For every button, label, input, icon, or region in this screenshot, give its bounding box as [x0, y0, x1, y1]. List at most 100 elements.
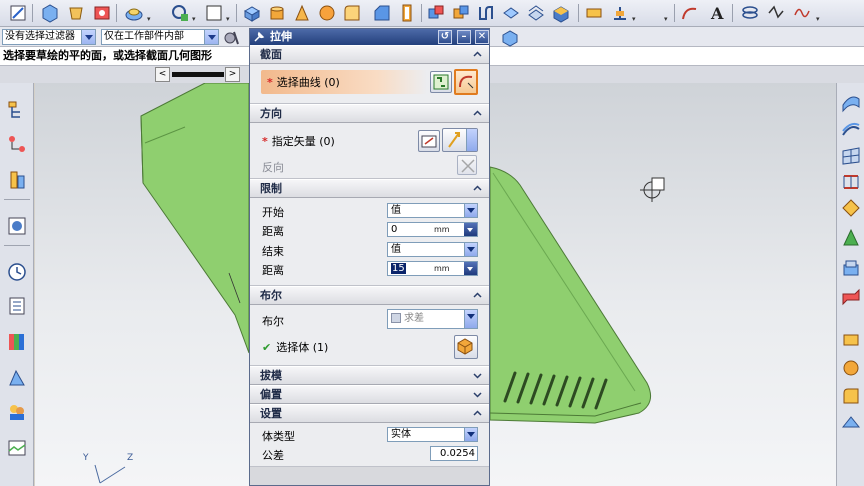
edge-blend-icon[interactable] — [342, 3, 362, 23]
chevron-down-icon[interactable] — [464, 262, 477, 275]
block-icon[interactable] — [242, 3, 262, 23]
curve-arc-icon[interactable] — [680, 3, 700, 23]
section-header-section[interactable]: 截面 — [250, 45, 489, 64]
part-navigator-icon[interactable] — [6, 169, 28, 191]
system-materials-icon[interactable] — [6, 295, 28, 317]
collapse-button[interactable]: – — [457, 30, 471, 44]
hole-icon[interactable] — [92, 3, 112, 23]
vector-inference-select[interactable] — [442, 128, 478, 152]
sketch-section-button[interactable] — [430, 71, 452, 93]
chamfer-icon[interactable] — [372, 3, 392, 23]
assembly-navigator-icon[interactable] — [6, 99, 28, 121]
chevron-down-icon[interactable] — [464, 428, 477, 441]
chevron-down-icon[interactable] — [81, 30, 95, 44]
select-body-button[interactable] — [454, 335, 478, 359]
ruled-icon[interactable] — [840, 171, 862, 193]
chevron-down-icon[interactable]: ▾ — [147, 16, 153, 23]
section-header-draft[interactable]: 拔模 — [250, 366, 489, 385]
reuse-library-icon[interactable] — [6, 215, 28, 237]
curve-select-button[interactable] — [454, 69, 478, 95]
chevron-down-icon[interactable] — [472, 370, 483, 381]
extrude-icon[interactable] — [40, 3, 60, 23]
spline-icon[interactable] — [792, 3, 812, 23]
chevron-up-icon[interactable] — [472, 408, 483, 419]
reset-button[interactable]: ↺ — [438, 30, 452, 44]
chevron-down-icon[interactable] — [464, 310, 477, 328]
scroll-right-button[interactable]: > — [225, 67, 240, 82]
extend-icon[interactable] — [840, 287, 862, 309]
section-header-boolean[interactable]: 布尔 — [250, 286, 489, 305]
helix-icon[interactable] — [740, 3, 760, 23]
start-select[interactable]: 值 — [387, 203, 478, 218]
chevron-down-icon[interactable]: ▾ — [226, 16, 232, 23]
scope-filter-select[interactable]: 仅在工作部件内部 — [101, 29, 219, 45]
chevron-down-icon[interactable]: ▾ — [632, 16, 638, 23]
close-button[interactable]: ✕ — [475, 30, 489, 44]
history-icon[interactable] — [6, 261, 28, 283]
shade-icon[interactable] — [840, 227, 862, 249]
body-type-select[interactable]: 实体 — [387, 427, 478, 442]
chevron-down-icon[interactable] — [464, 204, 477, 217]
patch-icon[interactable] — [840, 357, 862, 379]
chevron-down-icon[interactable] — [464, 223, 477, 236]
cone-icon[interactable] — [292, 3, 312, 23]
end-select[interactable]: 值 — [387, 242, 478, 257]
chevron-down-icon[interactable] — [464, 243, 477, 256]
revolve-icon[interactable] — [66, 3, 86, 23]
constraint-navigator-icon[interactable] — [6, 133, 28, 155]
select-curve-row[interactable]: * 选择曲线 (0) — [261, 70, 427, 94]
tolerance-input[interactable]: 0.0254 — [430, 446, 478, 461]
move-face-icon[interactable] — [551, 3, 571, 23]
web-browser-icon[interactable] — [6, 437, 28, 459]
text-icon[interactable]: A — [708, 3, 728, 23]
subtract-icon[interactable] — [451, 3, 471, 23]
unite-icon[interactable] — [426, 3, 446, 23]
chevron-up-icon[interactable] — [472, 49, 483, 60]
type-filter-select[interactable]: 没有选择过滤器 — [2, 29, 96, 45]
section-header-settings[interactable]: 设置 — [250, 404, 489, 423]
sketch-icon[interactable] — [8, 3, 28, 23]
trim-body-icon[interactable] — [501, 3, 521, 23]
mesh-surface-icon[interactable] — [840, 145, 862, 167]
rectangle-icon[interactable] — [204, 3, 224, 23]
offset-face-icon[interactable] — [526, 3, 546, 23]
offset-surface-icon[interactable] — [840, 257, 862, 279]
through-curves-icon[interactable] — [840, 119, 862, 141]
section-header-offset[interactable]: 偏置 — [250, 385, 489, 404]
palette-icon[interactable] — [6, 331, 28, 353]
scroll-left-button[interactable]: < — [155, 67, 170, 82]
section-header-direction[interactable]: 方向 — [250, 104, 489, 123]
spline-icon[interactable] — [766, 3, 786, 23]
datum-plane-icon[interactable] — [170, 3, 190, 23]
sew-icon[interactable] — [840, 197, 862, 219]
intersect-icon[interactable] — [476, 3, 496, 23]
chevron-down-icon[interactable]: ▾ — [816, 16, 822, 23]
datum-csys-icon[interactable] — [610, 3, 630, 23]
chevron-up-icon[interactable] — [472, 108, 483, 119]
chevron-up-icon[interactable] — [472, 183, 483, 194]
chevron-down-icon[interactable]: ▾ — [664, 16, 670, 23]
dialog-titlebar[interactable]: 拉伸 ↺ – ✕ — [250, 29, 489, 45]
boolean-select[interactable]: 求差 — [387, 309, 478, 329]
boss-icon[interactable] — [124, 3, 144, 23]
chevron-down-icon[interactable] — [204, 30, 218, 44]
cylinder-icon[interactable] — [267, 3, 287, 23]
cube-snap-icon[interactable] — [500, 28, 518, 47]
trim-body-icon[interactable] — [584, 3, 604, 23]
shell-icon[interactable] — [397, 3, 417, 23]
start-distance-input[interactable]: 0 mm — [387, 222, 478, 237]
navigator-slider[interactable] — [172, 72, 224, 77]
end-distance-input[interactable]: 15 mm — [387, 261, 478, 276]
reverse-direction-button[interactable] — [457, 155, 477, 175]
chevron-down-icon[interactable]: ▾ — [192, 16, 198, 23]
vector-constructor-button[interactable] — [418, 130, 440, 152]
snap-icon[interactable] — [222, 28, 240, 46]
process-studio-icon[interactable] — [6, 367, 28, 389]
sphere-icon[interactable] — [317, 3, 337, 23]
trim-sheet-icon[interactable] — [840, 413, 862, 435]
thicken-icon[interactable] — [840, 329, 862, 351]
blend-face-icon[interactable] — [840, 385, 862, 407]
chevron-down-icon[interactable] — [466, 129, 477, 151]
roles-icon[interactable] — [6, 401, 28, 423]
section-header-limits[interactable]: 限制 — [250, 179, 489, 198]
